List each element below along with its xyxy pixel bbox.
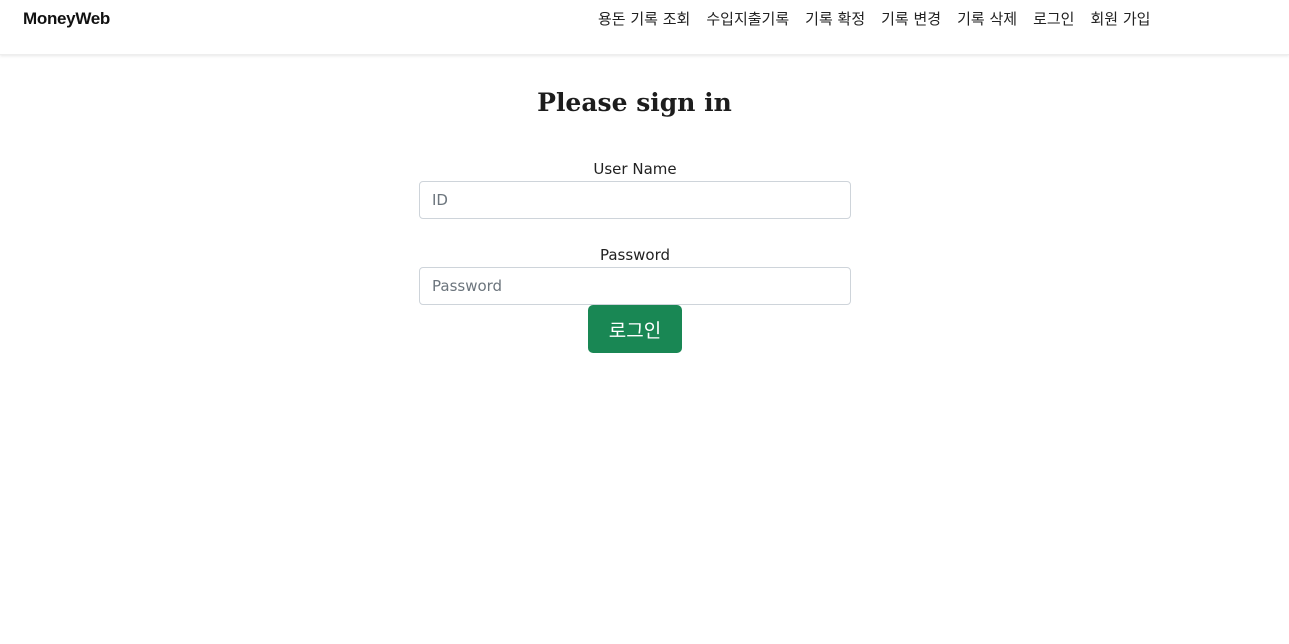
password-label: Password bbox=[599, 246, 671, 264]
nav-link-confirm-records[interactable]: 기록 확정 bbox=[805, 8, 865, 29]
nav-link-login[interactable]: 로그인 bbox=[1033, 8, 1074, 29]
username-input[interactable] bbox=[419, 181, 851, 219]
nav-link-delete-records[interactable]: 기록 삭제 bbox=[957, 8, 1017, 29]
brand-logo[interactable]: MoneyWeb bbox=[23, 9, 110, 29]
nav-link-view-records[interactable]: 용돈 기록 조회 bbox=[598, 8, 690, 29]
nav-link-income-expense[interactable]: 수입지출기록 bbox=[706, 8, 789, 29]
username-label: User Name bbox=[593, 160, 677, 178]
login-button[interactable]: 로그인 bbox=[588, 305, 682, 353]
navbar: MoneyWeb 용돈 기록 조회 수입지출기록 기록 확정 기록 변경 기록 … bbox=[0, 0, 1289, 55]
nav-links: 용돈 기록 조회 수입지출기록 기록 확정 기록 변경 기록 삭제 로그인 회원… bbox=[598, 8, 1150, 29]
page-title: Please sign in bbox=[537, 88, 732, 117]
password-input[interactable] bbox=[419, 267, 851, 305]
nav-link-signup[interactable]: 회원 가입 bbox=[1090, 8, 1150, 29]
nav-link-edit-records[interactable]: 기록 변경 bbox=[881, 8, 941, 29]
